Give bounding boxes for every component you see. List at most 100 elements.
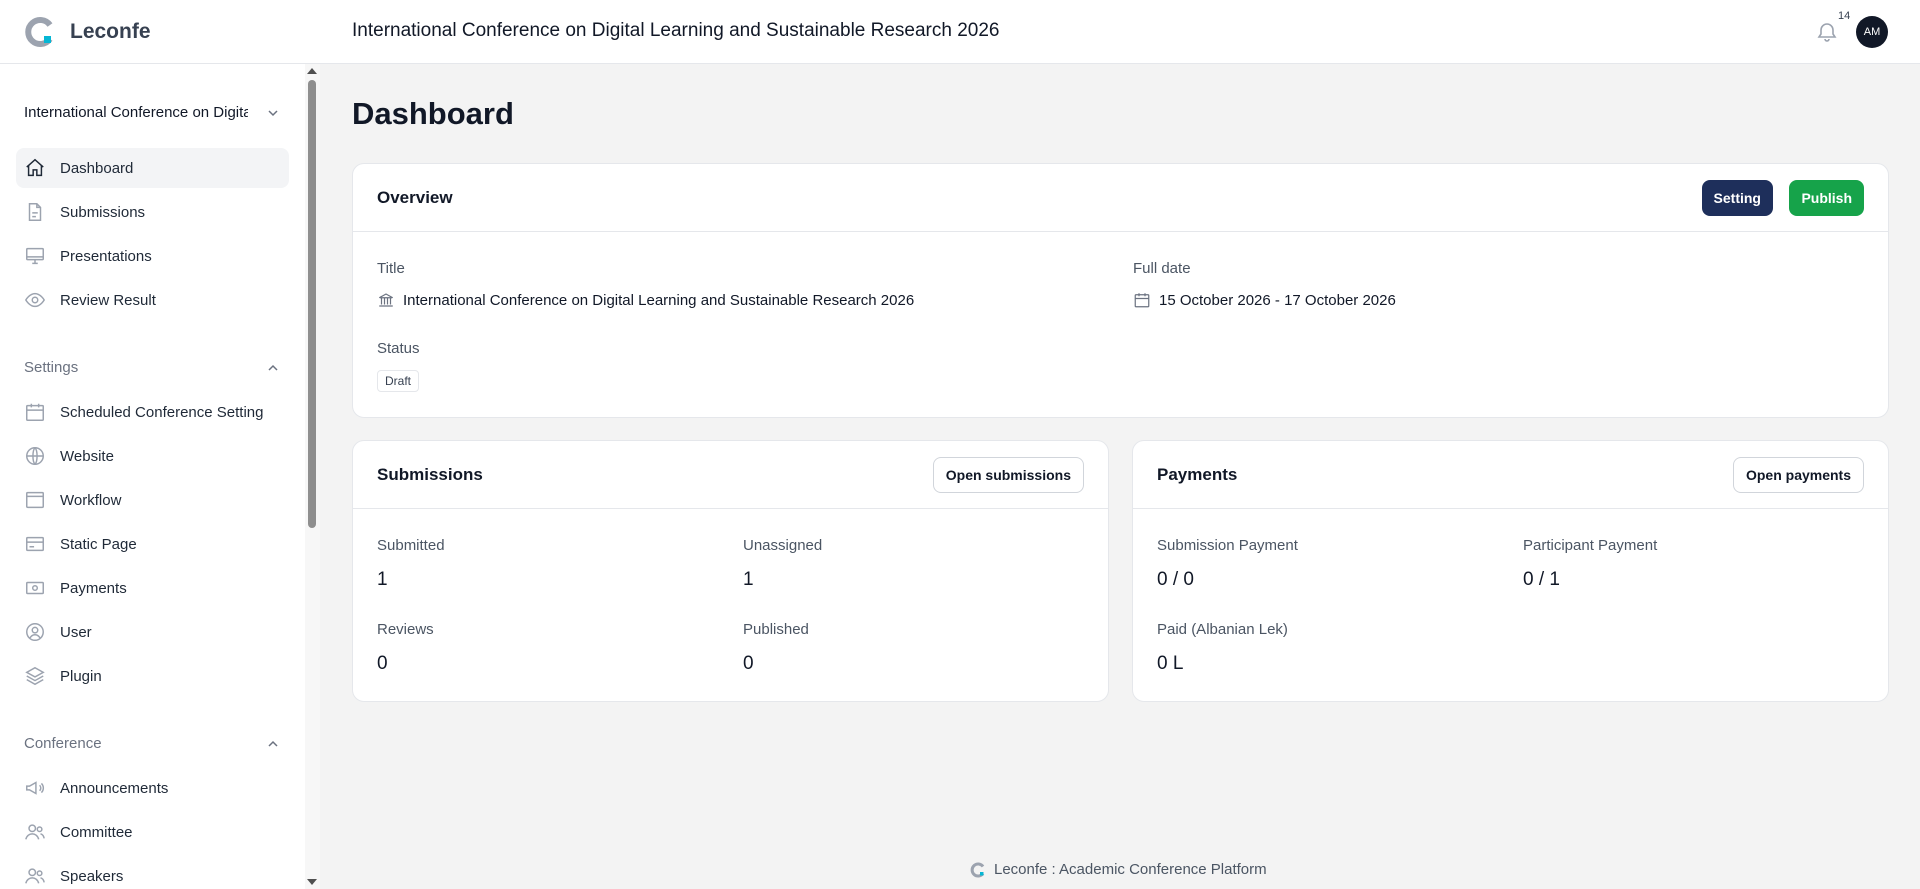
reviews-value: 0 xyxy=(377,653,388,674)
sidebar-item-presentations[interactable]: Presentations xyxy=(16,236,289,276)
published-label: Published xyxy=(743,621,809,638)
bell-icon[interactable] xyxy=(1815,20,1839,44)
payments-title: Payments xyxy=(1157,464,1238,484)
conference-selector[interactable]: International Conference on Digital Lear… xyxy=(24,104,280,121)
participant-payment-label: Participant Payment xyxy=(1523,537,1658,554)
home-icon xyxy=(24,157,46,179)
leconfe-logo-icon xyxy=(970,862,985,877)
calendar-icon xyxy=(24,401,46,423)
conference-group-label: Conference xyxy=(24,735,102,752)
sidebar-item-label: Website xyxy=(60,447,114,465)
sidebar-item-committee[interactable]: Committee xyxy=(16,812,289,852)
chevron-up-icon xyxy=(268,364,278,371)
sidebar-item-label: Static Page xyxy=(60,535,137,553)
sidebar-item-static-page[interactable]: Static Page xyxy=(16,524,289,564)
conference-group-header[interactable]: Conference xyxy=(24,735,280,752)
speakers-icon xyxy=(24,865,46,887)
leconfe-logo-icon xyxy=(25,17,53,47)
sidebar-item-label: Presentations xyxy=(60,247,152,265)
app-name: Leconfe xyxy=(70,20,151,43)
title-value-row: International Conference on Digital Lear… xyxy=(377,291,914,309)
sidebar-item-speakers[interactable]: Speakers xyxy=(16,856,289,889)
eye-icon xyxy=(24,289,46,311)
document-icon xyxy=(24,201,46,223)
header-conference-title: International Conference on Digital Lear… xyxy=(352,20,1000,41)
building-icon xyxy=(378,293,394,307)
user-avatar[interactable]: AM xyxy=(1856,16,1888,48)
status-badge: Draft xyxy=(377,370,420,392)
submissions-card-header: Submissions Open submissions xyxy=(353,441,1108,509)
submission-payment-label: Submission Payment xyxy=(1157,537,1298,554)
sidebar-item-label: Committee xyxy=(60,823,133,841)
sidebar-item-label: Plugin xyxy=(60,667,102,685)
globe-icon xyxy=(24,445,46,467)
overview-card: Overview Setting Publish Title Internati… xyxy=(352,163,1889,418)
sidebar-item-label: Payments xyxy=(60,579,127,597)
paid-value: 0 L xyxy=(1157,653,1184,674)
overview-card-header: Overview Setting Publish xyxy=(353,164,1888,232)
sidebar-item-workflow[interactable]: Workflow xyxy=(16,480,289,520)
layers-icon xyxy=(24,665,46,687)
submitted-value: 1 xyxy=(377,569,388,590)
top-bar: Leconfe International Conference on Digi… xyxy=(0,0,1920,64)
window-icon xyxy=(24,489,46,511)
sidebar-item-label: User xyxy=(60,623,92,641)
calendar-icon xyxy=(1134,293,1150,308)
open-submissions-button[interactable]: Open submissions xyxy=(932,456,1084,493)
settings-group-label: Settings xyxy=(24,359,79,376)
banknote-icon xyxy=(24,577,46,599)
scrollbar-thumb[interactable] xyxy=(308,80,316,528)
chevron-down-icon xyxy=(268,109,278,116)
unassigned-label: Unassigned xyxy=(743,537,823,554)
title-label: Title xyxy=(377,260,405,277)
sidebar-item-label: Review Result xyxy=(60,291,156,309)
sidebar-item-website[interactable]: Website xyxy=(16,436,289,476)
sidebar-item-label: Speakers xyxy=(60,867,124,885)
users-icon xyxy=(24,821,46,843)
submission-payment-value: 0 / 0 xyxy=(1157,569,1194,590)
footer-text: Leconfe : Academic Conference Platform xyxy=(994,861,1267,878)
payments-card: Payments Open payments Submission Paymen… xyxy=(1132,440,1889,702)
paid-label: Paid (Albanian Lek) xyxy=(1157,621,1288,638)
chevron-up-icon xyxy=(268,740,278,747)
submissions-card: Submissions Open submissions Submitted 1… xyxy=(352,440,1109,702)
sidebar-item-user[interactable]: User xyxy=(16,612,289,652)
full-date-value: 15 October 2026 - 17 October 2026 xyxy=(1159,291,1396,309)
sidebar-item-review-result[interactable]: Review Result xyxy=(16,280,289,320)
sidebar-item-label: Announcements xyxy=(60,779,169,797)
participant-payment-value: 0 / 1 xyxy=(1523,569,1560,590)
overview-title: Overview xyxy=(377,187,453,207)
sidebar-item-submissions[interactable]: Submissions xyxy=(16,192,289,232)
user-circle-icon xyxy=(24,621,46,643)
card-icon xyxy=(24,533,46,555)
megaphone-icon xyxy=(24,777,46,799)
status-label: Status xyxy=(377,340,420,357)
sidebar: International Conference on Digital Lear… xyxy=(0,64,320,889)
sidebar-item-label: Scheduled Conference Setting xyxy=(60,403,264,421)
sidebar-item-label: Submissions xyxy=(60,203,146,221)
sidebar-item-dashboard[interactable]: Dashboard xyxy=(16,148,289,188)
payments-card-header: Payments Open payments xyxy=(1133,441,1888,509)
app-logo[interactable]: Leconfe xyxy=(24,16,151,48)
scroll-down-arrow[interactable] xyxy=(307,879,317,885)
notification-count-badge: 14 xyxy=(1838,10,1851,22)
full-date-label: Full date xyxy=(1133,260,1191,277)
submitted-label: Submitted xyxy=(377,537,445,554)
sidebar-scrollbar[interactable] xyxy=(305,64,320,889)
monitor-icon xyxy=(24,245,46,267)
setting-button[interactable]: Setting xyxy=(1701,179,1773,216)
sidebar-item-scheduled-conference-setting[interactable]: Scheduled Conference Setting xyxy=(16,392,289,432)
footer: Leconfe : Academic Conference Platform xyxy=(970,861,1267,878)
full-date-value-row: 15 October 2026 - 17 October 2026 xyxy=(1133,291,1396,309)
sidebar-item-payments[interactable]: Payments xyxy=(16,568,289,608)
conference-selector-label: International Conference on Digital Lear… xyxy=(24,104,248,121)
scroll-up-arrow[interactable] xyxy=(307,68,317,74)
overview-actions: Setting Publish xyxy=(1701,179,1864,216)
sidebar-item-plugin[interactable]: Plugin xyxy=(16,656,289,696)
sidebar-item-announcements[interactable]: Announcements xyxy=(16,768,289,808)
settings-group-header[interactable]: Settings xyxy=(24,359,280,376)
open-payments-button[interactable]: Open payments xyxy=(1732,456,1864,493)
publish-button[interactable]: Publish xyxy=(1789,179,1864,216)
published-value: 0 xyxy=(743,653,754,674)
page-title: Dashboard xyxy=(352,96,514,131)
